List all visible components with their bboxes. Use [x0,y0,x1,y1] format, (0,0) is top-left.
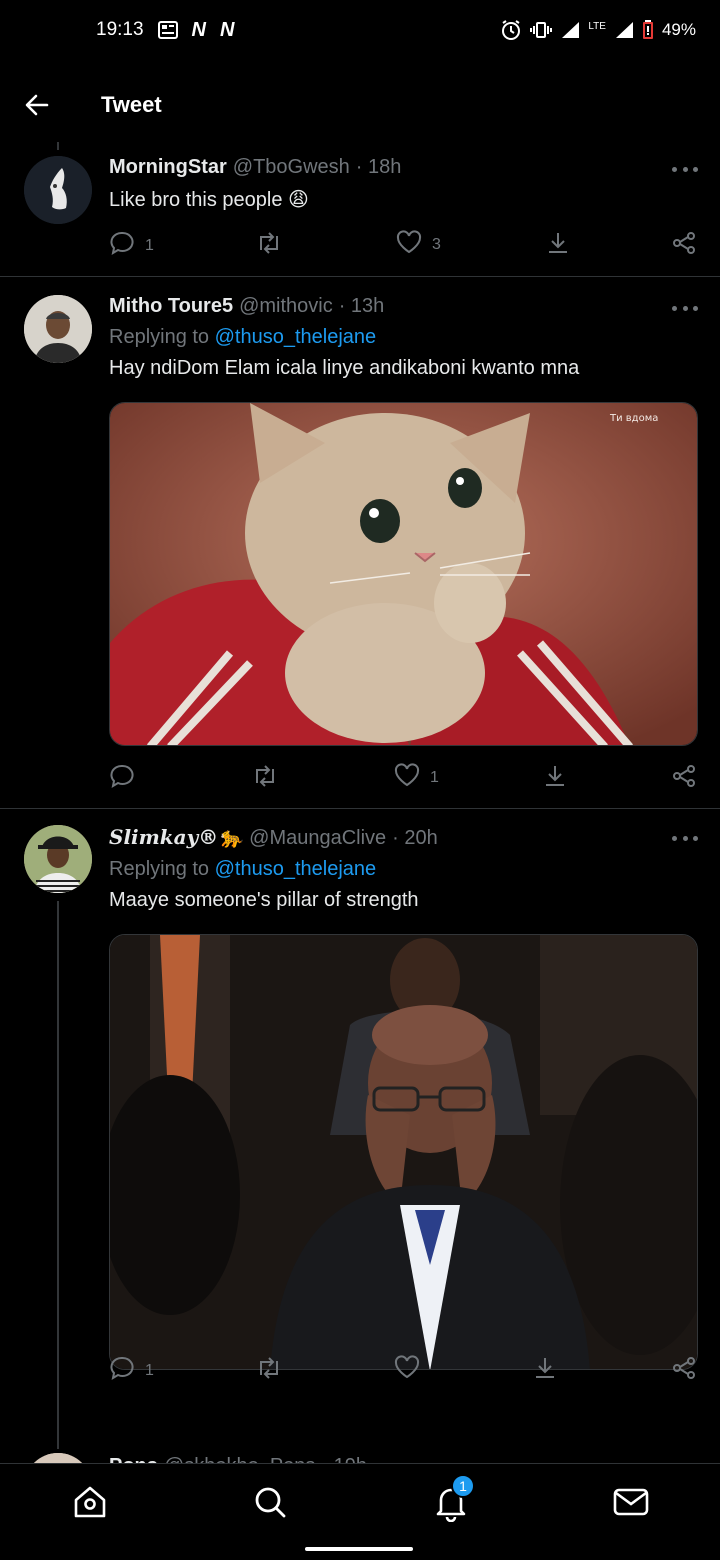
share-button[interactable] [671,230,697,261]
like-button[interactable]: 3 [396,230,441,259]
author-name[interactable]: MorningStar [109,156,227,179]
like-button[interactable] [394,1355,430,1384]
battery-percentage: 49% [661,20,696,39]
author-handle[interactable]: @MaungaClive [249,827,386,850]
tweet-text: Like bro this people 😩 [109,189,309,211]
download-icon [543,763,567,794]
search-icon[interactable] [250,1482,290,1522]
replying-to: Replying to @thuso_thelejane [109,326,698,349]
mention-link[interactable]: @thuso_thelejane [215,326,377,348]
share-icon [671,763,697,794]
retweet-button[interactable] [255,1355,293,1386]
tweet-text: Hay ndiDom Elam icala linye andikaboni k… [109,357,580,379]
more-options-button[interactable] [672,831,698,845]
thread-line [57,142,59,150]
man-photo-image [110,935,697,1369]
retweet-button[interactable] [251,763,289,794]
tweet-image[interactable] [109,934,698,1370]
replying-to-label: Replying to [109,326,215,348]
like-count: 1 [430,768,439,786]
bookmark-button[interactable] [533,1355,557,1386]
news-app-icon [157,21,178,39]
share-icon [671,1355,697,1386]
tweet[interactable]: Mitho Toure5 @mithovic · 13h Replying to… [0,277,720,809]
thread-line [57,901,59,1449]
replying-to: Replying to @thuso_thelejane [109,858,698,881]
home-indicator[interactable] [305,1547,413,1551]
author-name[interactable]: Mitho Toure5 [109,295,233,318]
netflix-icon: N [220,18,235,41]
share-button[interactable] [671,1355,697,1386]
arrow-left-icon[interactable] [22,90,52,120]
image-watermark: Ти вдома [609,413,658,424]
battery-icon [642,20,654,40]
retweet-icon [255,230,283,261]
vibrate-icon [530,21,553,39]
notification-badge: 1 [451,1474,475,1498]
author-handle[interactable]: @TboGwesh [233,156,350,179]
tweet-actions: 1 3 [109,230,698,260]
retweet-button[interactable] [255,230,293,261]
more-options-button[interactable] [672,301,698,315]
bottom-navigation [0,1463,720,1560]
network-type-label: LTE [588,21,606,32]
like-count: 3 [432,235,441,253]
author-name[interactable]: Slimkay®🐆 [109,825,243,849]
tweet-time: · 18h [355,156,402,178]
bookmark-button[interactable] [543,763,567,794]
reply-button[interactable] [109,763,145,794]
mention-link[interactable]: @thuso_thelejane [215,858,377,880]
cat-meme-image: Ти вдома [110,403,697,745]
tweet[interactable]: MorningStar @TboGwesh · 18h Like bro thi… [0,140,720,277]
tweet-image[interactable]: Ти вдома [109,402,698,746]
heart-icon [396,230,422,259]
top-app-bar: Tweet [0,72,720,140]
reply-icon [109,763,135,794]
tweet-time: · 20h [392,827,438,849]
share-button[interactable] [671,763,697,794]
signal-icon [560,21,580,39]
like-button[interactable]: 1 [394,763,439,792]
retweet-icon [255,1355,283,1386]
status-time: 19:13 [96,19,144,40]
tweet-feed[interactable]: MorningStar @TboGwesh · 18h Like bro thi… [0,140,720,1521]
alarm-icon [500,19,522,41]
share-icon [671,230,697,261]
avatar[interactable] [24,825,92,893]
home-icon[interactable] [70,1482,110,1522]
tweet-text: Maaye someone's pillar of strength [109,889,419,911]
netflix-icon: N [191,18,206,41]
avatar[interactable] [24,295,92,363]
page-title: Tweet [101,92,162,117]
reply-button[interactable]: 1 [109,230,154,261]
heart-icon [394,1355,420,1384]
tweet-actions: 1 [109,1355,698,1385]
tweet[interactable]: Slimkay®🐆 @MaungaClive · 20h Replying to… [0,809,720,1449]
tweet-time: · 13h [338,295,385,317]
reply-button[interactable]: 1 [109,1355,154,1386]
download-icon [533,1355,557,1386]
download-icon [546,230,570,261]
retweet-icon [251,763,279,794]
reply-count: 1 [145,1361,154,1379]
reply-icon [109,230,135,261]
author-handle[interactable]: @mithovic [239,295,333,318]
signal-icon [614,21,634,39]
avatar[interactable] [24,156,92,224]
bookmark-button[interactable] [546,230,570,261]
reply-icon [109,1355,135,1386]
tweet-actions: 1 [109,763,698,793]
status-bar: 19:13 N N LTE 49% [0,0,720,60]
more-options-button[interactable] [672,162,698,176]
reply-count: 1 [145,236,154,254]
heart-icon [394,763,420,792]
messages-icon[interactable] [611,1482,651,1522]
replying-to-label: Replying to [109,858,215,880]
